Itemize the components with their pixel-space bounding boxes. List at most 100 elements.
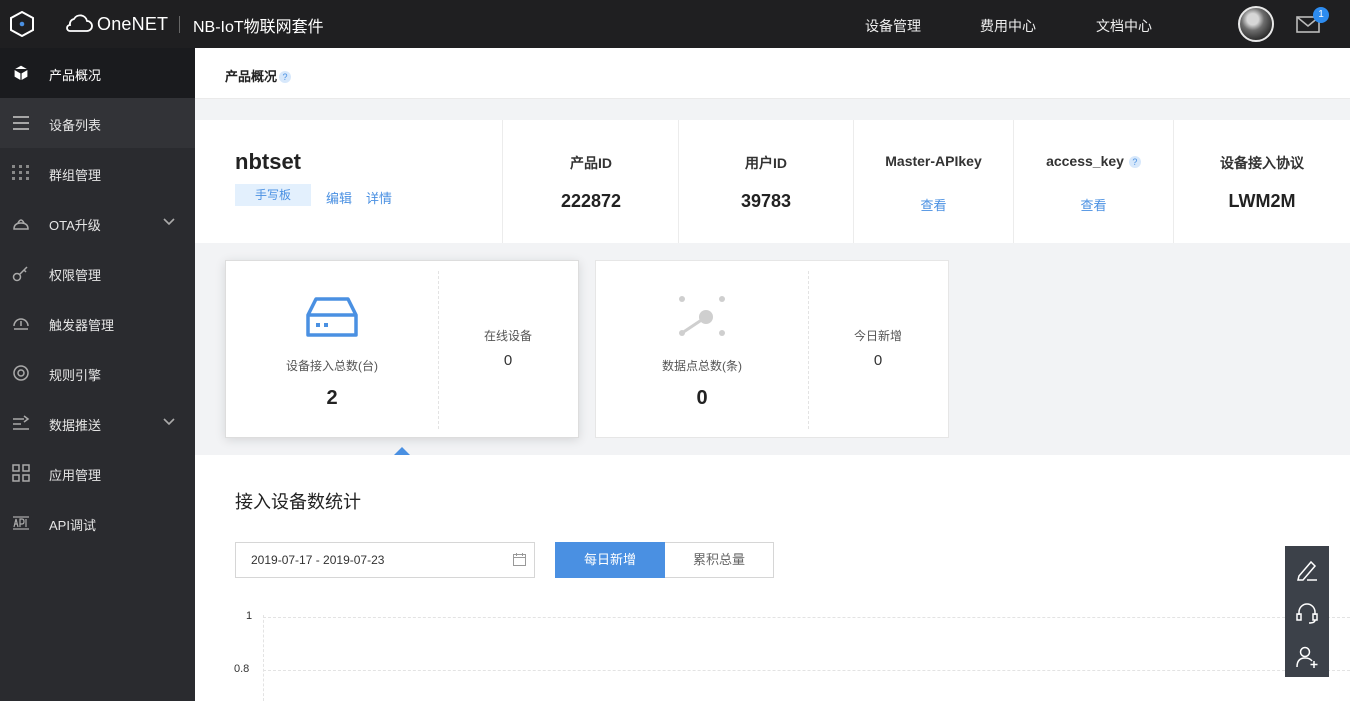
product-kit-title: NB-IoT物联网套件 [193, 19, 324, 36]
sidebar-item-label: 群组管理 [49, 168, 102, 183]
sidebar-item-group-management[interactable]: 群组管理 [0, 148, 195, 198]
daily-new-toggle[interactable]: 每日新增 [555, 542, 665, 578]
card-label: 数据点总数(条) [662, 359, 742, 373]
grid-dots-icon [12, 165, 29, 180]
sidebar: 产品概况 设备列表 群组管理 OTA升级 权限管理 触发器管理 规则引擎 数据推… [0, 48, 195, 701]
breadcrumb: 产品概况? [195, 48, 1350, 99]
list-icon [13, 116, 29, 130]
selected-card-caret [394, 447, 410, 455]
view-master-apikey-link[interactable]: 查看 [854, 195, 1013, 214]
help-icon[interactable]: ? [279, 71, 292, 83]
online-device-value: 0 [503, 352, 513, 369]
field-label: Master-APIkey [885, 153, 982, 169]
nav-billing-center[interactable]: 费用中心 [980, 16, 1036, 36]
chart-y-axis [263, 615, 264, 701]
page-title: 产品概况? [225, 66, 292, 85]
card-label: 设备接入总数(台) [286, 359, 378, 373]
card-side-label: 今日新增 [853, 329, 902, 343]
mail-badge: 1 [1313, 7, 1329, 23]
calendar-icon [513, 553, 526, 566]
sidebar-item-ota-upgrade[interactable]: OTA升级 [0, 198, 195, 248]
nav-device-management[interactable]: 设备管理 [865, 16, 921, 36]
key-icon [12, 266, 28, 282]
chevron-down-icon[interactable] [163, 218, 175, 226]
chevron-down-icon[interactable] [163, 418, 175, 426]
api-icon [13, 516, 29, 530]
sidebar-item-label: 规则引擎 [49, 368, 102, 383]
device-count-card[interactable]: 设备接入总数(台) 2 在线设备 0 [225, 260, 579, 438]
page-title-text: 产品概况 [225, 69, 278, 84]
product-id-field: 产品ID 222872 [502, 120, 679, 243]
field-label: 设备接入协议 [1220, 155, 1304, 171]
card-divider [438, 271, 439, 429]
sidebar-item-label: 触发器管理 [49, 318, 115, 333]
user-avatar[interactable] [1238, 6, 1274, 42]
date-range-value: 2019-07-17 - 2019-07-23 [251, 553, 385, 567]
card-side-label: 在线设备 [483, 329, 532, 343]
cumulative-total-toggle[interactable]: 累积总量 [665, 542, 774, 578]
chart-gridline [263, 617, 1350, 618]
gauge-icon [13, 318, 29, 330]
sidebar-item-label: 应用管理 [49, 468, 102, 483]
sidebar-item-label: API调试 [49, 518, 96, 533]
today-new-value: 0 [873, 352, 883, 369]
sidebar-item-label: OTA升级 [49, 218, 101, 233]
chart-gridline [263, 670, 1350, 671]
hexagon-logo-icon[interactable] [9, 11, 35, 37]
sidebar-item-label: 数据推送 [49, 418, 102, 433]
upload-icon [13, 219, 29, 230]
sidebar-item-label: 产品概况 [49, 68, 102, 83]
product-name: nbtset [235, 149, 301, 174]
target-icon [13, 365, 29, 381]
edit-link[interactable]: 编辑 [326, 188, 352, 207]
card-divider [808, 271, 809, 429]
edit-pen-icon[interactable] [1295, 558, 1319, 582]
sidebar-item-app-management[interactable]: 应用管理 [0, 448, 195, 498]
access-key-field: access_key? 查看 [1013, 120, 1173, 243]
cloud-icon [66, 14, 93, 32]
protocol-value: LWM2M [1228, 191, 1296, 211]
sidebar-item-label: 设备列表 [49, 118, 102, 133]
help-icon[interactable]: ? [1128, 156, 1141, 168]
onenet-logo[interactable]: OneNET [62, 12, 168, 36]
sidebar-item-api-debug[interactable]: API调试 [0, 498, 195, 548]
product-tag: 手写板 [235, 184, 311, 206]
field-label: 用户ID [745, 155, 787, 171]
stats-title: 接入设备数统计 [235, 492, 361, 512]
server-icon [306, 297, 358, 337]
cube-icon [13, 64, 29, 82]
field-label-text: access_key [1046, 153, 1124, 169]
field-label: access_key? [1014, 153, 1173, 169]
sidebar-item-data-push[interactable]: 数据推送 [0, 398, 195, 448]
floating-toolbar [1285, 546, 1329, 677]
detail-link[interactable]: 详情 [366, 188, 392, 207]
push-icon [13, 415, 30, 430]
view-access-key-link[interactable]: 查看 [1014, 195, 1173, 214]
date-range-picker[interactable]: 2019-07-17 - 2019-07-23 [235, 542, 535, 578]
add-user-icon[interactable] [1295, 645, 1319, 669]
sidebar-item-permission-management[interactable]: 权限管理 [0, 248, 195, 298]
y-tick-label: 0.8 [234, 663, 250, 675]
device-stats-panel: 接入设备数统计 2019-07-17 - 2019-07-23 每日新增 累积总… [195, 455, 1350, 701]
header-divider [179, 16, 180, 33]
y-tick-label: 1 [246, 610, 253, 622]
product-info-bar: nbtset 手写板 编辑 详情 产品ID 222872 用户ID 39783 … [195, 120, 1350, 243]
datapoint-icon [679, 296, 725, 336]
headset-icon[interactable] [1295, 601, 1319, 625]
datapoint-count-card[interactable]: 数据点总数(条) 0 今日新增 0 [595, 260, 949, 438]
nav-docs-center[interactable]: 文档中心 [1096, 16, 1152, 36]
user-id-field: 用户ID 39783 [678, 120, 853, 243]
sidebar-item-device-list[interactable]: 设备列表 [0, 98, 195, 148]
top-bar: OneNET NB-IoT物联网套件 设备管理 费用中心 文档中心 1 [0, 0, 1350, 48]
sidebar-item-rule-engine[interactable]: 规则引擎 [0, 348, 195, 398]
user-id-value: 39783 [740, 191, 792, 211]
field-label: 产品ID [570, 155, 612, 171]
brand-name: OneNET [97, 13, 169, 34]
device-total-value: 2 [326, 387, 338, 409]
product-id-value: 222872 [560, 191, 622, 211]
apps-icon [12, 464, 30, 482]
sidebar-item-trigger-management[interactable]: 触发器管理 [0, 298, 195, 348]
datapoint-total-value: 0 [696, 387, 708, 409]
master-apikey-field: Master-APIkey 查看 [853, 120, 1013, 243]
sidebar-item-product-overview[interactable]: 产品概况 [0, 48, 195, 98]
